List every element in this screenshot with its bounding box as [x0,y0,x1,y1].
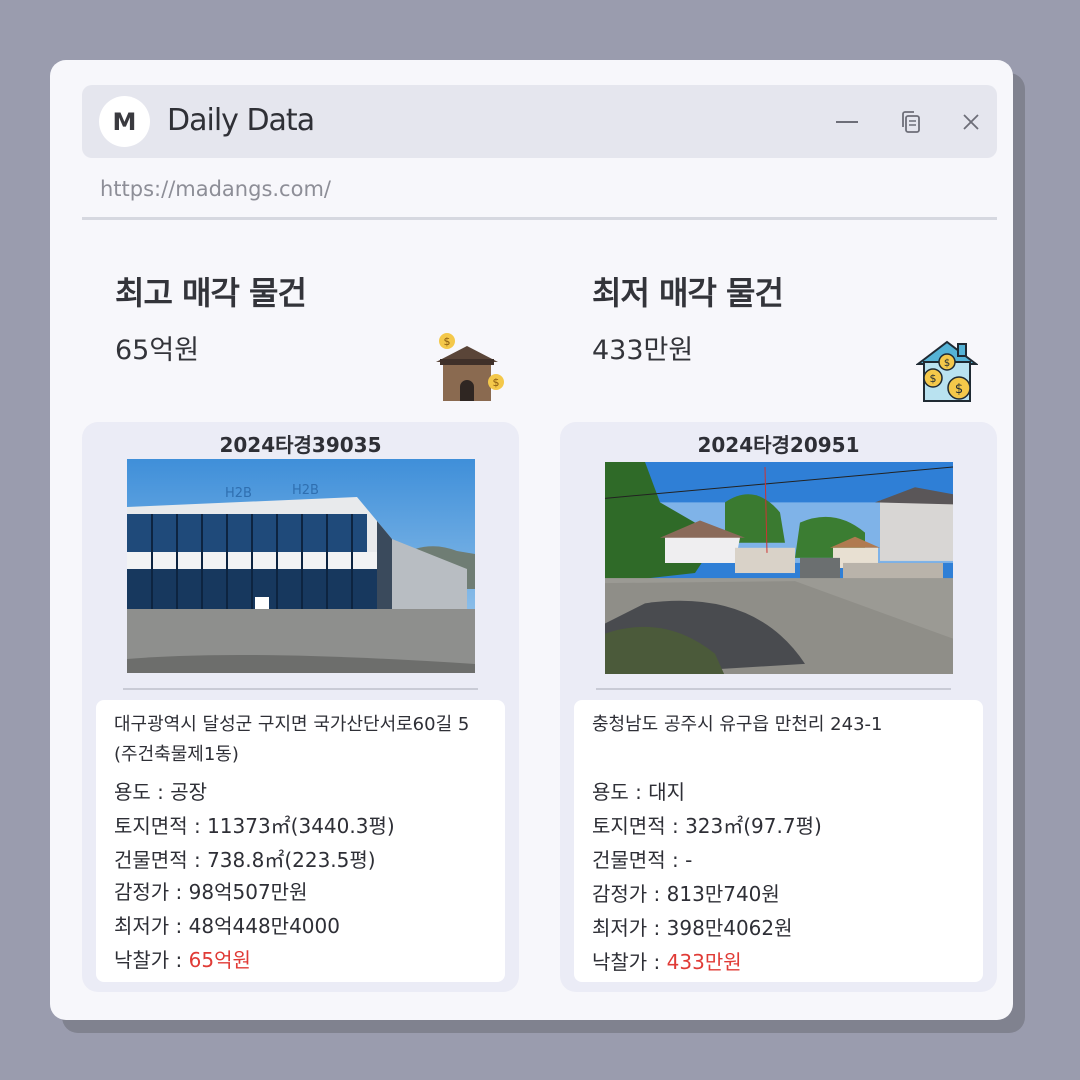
top-sale-title: 최고 매각 물건 [115,274,307,312]
bottom-sale-card[interactable]: 2024타경20951 충청남도 공주시 유구읍 만천리 243-1 용도: … [560,422,997,992]
url-divider [82,217,997,220]
copy-button[interactable] [898,109,924,135]
close-button[interactable] [958,109,984,135]
spec-minimum-price: 최저가 : 398만4062원 [592,916,793,940]
minimize-icon [836,121,858,123]
top-sale-card[interactable]: 2024타경39035 H2B H2B 대구광역시 달성군 구지면 국가산단서로… [82,422,519,992]
spec-winning-bid: 낙찰가 : 433만원 [592,950,742,974]
svg-text:H2B: H2B [225,486,252,501]
spec-use: 용도 : 공장 [114,780,208,804]
blue-house-coins-icon: $ $ $ [916,340,978,402]
title-bar: M Daily Data [82,85,997,158]
url-text[interactable]: https://madangs.com/ [100,177,331,201]
case-number: 2024타경20951 [697,433,860,457]
bottom-sale-title: 최저 매각 물건 [592,274,784,312]
spec-building-area: 건물면적 : 738.8㎡(223.5평) [114,848,376,872]
svg-text:$: $ [493,376,500,389]
spec-appraisal: 감정가 : 813만740원 [592,882,780,906]
property-address: 충청남도 공주시 유구읍 만천리 243-1 [592,714,883,735]
card-divider [596,688,951,690]
svg-text:$: $ [444,335,451,348]
svg-text:$: $ [955,382,963,397]
app-window: M Daily Data https://madangs.com/ 최고 매각 [50,60,1013,1020]
rural-house-yard-photo [605,462,953,674]
copy-icon [902,111,920,133]
spec-land-area: 토지면적 : 11373㎡(3440.3평) [114,814,395,838]
card-divider [123,688,478,690]
spec-appraisal: 감정가 : 98억507만원 [114,880,308,904]
spec-minimum-price: 최저가 : 48억448만4000 [114,914,340,938]
spec-use: 용도 : 대지 [592,780,686,804]
top-sale-price: 65억원 [115,335,200,366]
top-sale-header: 최고 매각 물건 65억원 [115,268,307,367]
spec-building-area: 건물면적 : - [592,848,693,872]
bottom-sale-price: 433만원 [592,335,694,366]
property-info: 충청남도 공주시 유구읍 만천리 243-1 용도 : 대지 토지면적 : 32… [574,700,983,982]
property-address: 대구광역시 달성군 구지면 국가산단서로60길 5 (주건축물제1동) [114,714,470,765]
close-icon [963,114,979,130]
app-logo: M [99,96,150,147]
house-with-coins-icon: $ $ [436,333,504,401]
app-title: Daily Data [167,103,315,138]
bottom-sale-header: 최저 매각 물건 433만원 [592,268,784,367]
case-number: 2024타경39035 [219,433,382,457]
factory-building-photo: H2B H2B [127,459,475,673]
minimize-button[interactable] [834,109,860,135]
svg-text:$: $ [930,372,937,385]
svg-text:H2B: H2B [292,483,319,498]
spec-land-area: 토지면적 : 323㎡(97.7평) [592,814,822,838]
spec-winning-bid: 낙찰가 : 65억원 [114,948,251,972]
svg-text:$: $ [944,358,950,369]
property-info: 대구광역시 달성군 구지면 국가산단서로60길 5 (주건축물제1동) 용도 :… [96,700,505,982]
